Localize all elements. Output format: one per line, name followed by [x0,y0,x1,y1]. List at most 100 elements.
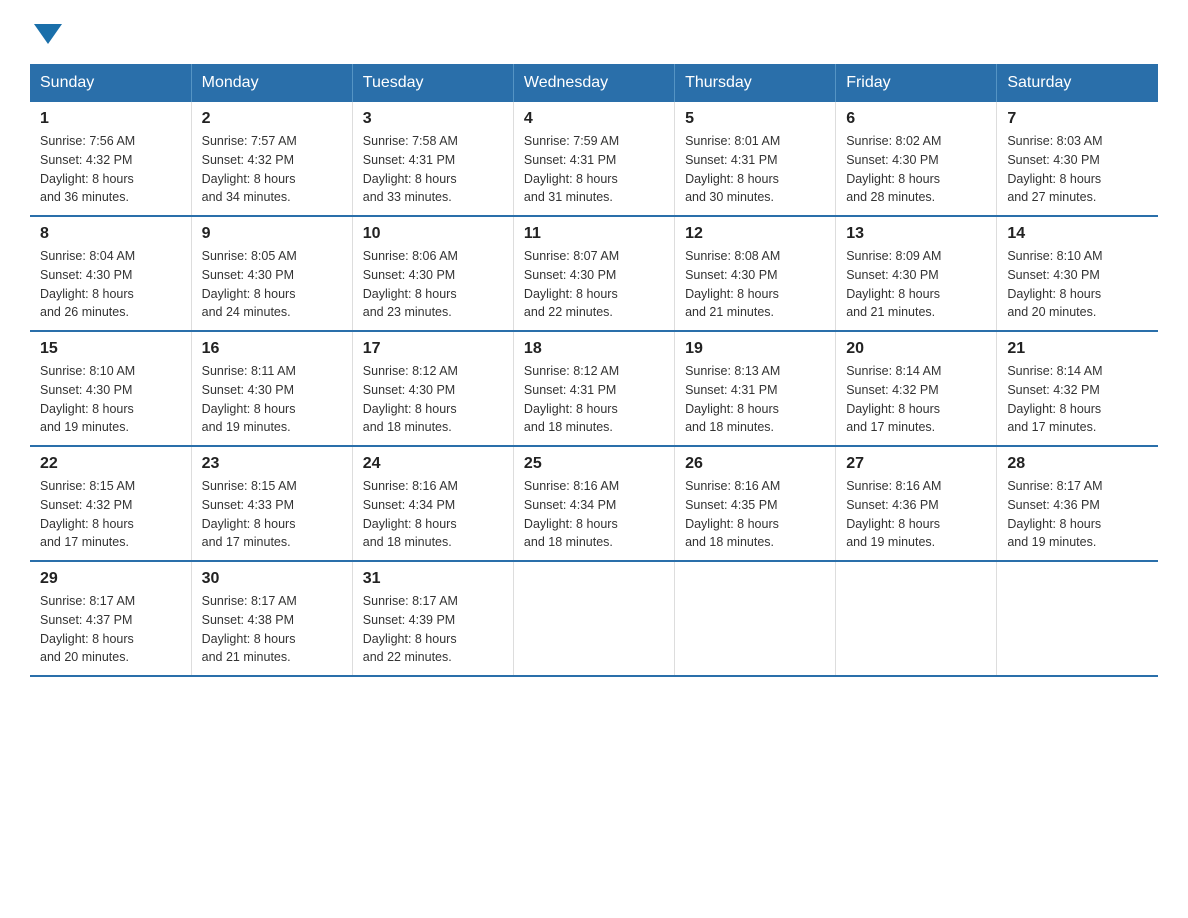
calendar-cell: 15 Sunrise: 8:10 AMSunset: 4:30 PMDaylig… [30,331,191,446]
logo-triangle-icon [34,24,62,44]
day-info: Sunrise: 8:05 AMSunset: 4:30 PMDaylight:… [202,247,342,322]
day-info: Sunrise: 8:01 AMSunset: 4:31 PMDaylight:… [685,132,825,207]
day-number: 19 [685,340,825,358]
day-info: Sunrise: 8:16 AMSunset: 4:34 PMDaylight:… [524,477,664,552]
day-info: Sunrise: 8:12 AMSunset: 4:31 PMDaylight:… [524,362,664,437]
day-header-saturday: Saturday [997,64,1158,102]
calendar-header-row: SundayMondayTuesdayWednesdayThursdayFrid… [30,64,1158,102]
day-info: Sunrise: 8:09 AMSunset: 4:30 PMDaylight:… [846,247,986,322]
day-number: 3 [363,110,503,128]
calendar-week-row: 29 Sunrise: 8:17 AMSunset: 4:37 PMDaylig… [30,561,1158,676]
day-info: Sunrise: 8:17 AMSunset: 4:37 PMDaylight:… [40,592,181,667]
day-header-wednesday: Wednesday [513,64,674,102]
day-number: 29 [40,570,181,588]
day-info: Sunrise: 8:06 AMSunset: 4:30 PMDaylight:… [363,247,503,322]
day-info: Sunrise: 8:08 AMSunset: 4:30 PMDaylight:… [685,247,825,322]
calendar-cell: 20 Sunrise: 8:14 AMSunset: 4:32 PMDaylig… [836,331,997,446]
calendar-cell: 16 Sunrise: 8:11 AMSunset: 4:30 PMDaylig… [191,331,352,446]
calendar-week-row: 8 Sunrise: 8:04 AMSunset: 4:30 PMDayligh… [30,216,1158,331]
day-number: 22 [40,455,181,473]
calendar-cell: 18 Sunrise: 8:12 AMSunset: 4:31 PMDaylig… [513,331,674,446]
calendar-cell [675,561,836,676]
calendar-cell: 31 Sunrise: 8:17 AMSunset: 4:39 PMDaylig… [352,561,513,676]
calendar-cell: 22 Sunrise: 8:15 AMSunset: 4:32 PMDaylig… [30,446,191,561]
day-header-monday: Monday [191,64,352,102]
day-info: Sunrise: 8:04 AMSunset: 4:30 PMDaylight:… [40,247,181,322]
calendar-cell: 6 Sunrise: 8:02 AMSunset: 4:30 PMDayligh… [836,102,997,216]
page-header [30,20,1158,44]
calendar-cell: 13 Sunrise: 8:09 AMSunset: 4:30 PMDaylig… [836,216,997,331]
day-number: 9 [202,225,342,243]
day-number: 18 [524,340,664,358]
calendar-cell: 14 Sunrise: 8:10 AMSunset: 4:30 PMDaylig… [997,216,1158,331]
calendar-cell: 17 Sunrise: 8:12 AMSunset: 4:30 PMDaylig… [352,331,513,446]
calendar-cell: 12 Sunrise: 8:08 AMSunset: 4:30 PMDaylig… [675,216,836,331]
day-info: Sunrise: 7:57 AMSunset: 4:32 PMDaylight:… [202,132,342,207]
day-number: 13 [846,225,986,243]
day-header-tuesday: Tuesday [352,64,513,102]
day-header-thursday: Thursday [675,64,836,102]
day-info: Sunrise: 8:17 AMSunset: 4:39 PMDaylight:… [363,592,503,667]
day-number: 5 [685,110,825,128]
day-number: 10 [363,225,503,243]
day-number: 11 [524,225,664,243]
day-number: 21 [1007,340,1148,358]
day-info: Sunrise: 8:13 AMSunset: 4:31 PMDaylight:… [685,362,825,437]
day-number: 2 [202,110,342,128]
day-number: 20 [846,340,986,358]
day-info: Sunrise: 8:12 AMSunset: 4:30 PMDaylight:… [363,362,503,437]
day-number: 8 [40,225,181,243]
day-info: Sunrise: 8:10 AMSunset: 4:30 PMDaylight:… [1007,247,1148,322]
calendar-cell [997,561,1158,676]
day-number: 25 [524,455,664,473]
day-number: 28 [1007,455,1148,473]
calendar-week-row: 22 Sunrise: 8:15 AMSunset: 4:32 PMDaylig… [30,446,1158,561]
day-info: Sunrise: 8:16 AMSunset: 4:36 PMDaylight:… [846,477,986,552]
logo [30,20,62,44]
day-info: Sunrise: 8:16 AMSunset: 4:34 PMDaylight:… [363,477,503,552]
calendar-cell: 21 Sunrise: 8:14 AMSunset: 4:32 PMDaylig… [997,331,1158,446]
calendar-cell: 30 Sunrise: 8:17 AMSunset: 4:38 PMDaylig… [191,561,352,676]
day-info: Sunrise: 8:15 AMSunset: 4:33 PMDaylight:… [202,477,342,552]
calendar-cell: 4 Sunrise: 7:59 AMSunset: 4:31 PMDayligh… [513,102,674,216]
calendar-cell: 8 Sunrise: 8:04 AMSunset: 4:30 PMDayligh… [30,216,191,331]
day-info: Sunrise: 8:02 AMSunset: 4:30 PMDaylight:… [846,132,986,207]
calendar-cell [513,561,674,676]
day-info: Sunrise: 8:17 AMSunset: 4:36 PMDaylight:… [1007,477,1148,552]
day-number: 12 [685,225,825,243]
calendar-cell: 24 Sunrise: 8:16 AMSunset: 4:34 PMDaylig… [352,446,513,561]
day-number: 14 [1007,225,1148,243]
calendar-cell [836,561,997,676]
calendar-cell: 9 Sunrise: 8:05 AMSunset: 4:30 PMDayligh… [191,216,352,331]
calendar-cell: 1 Sunrise: 7:56 AMSunset: 4:32 PMDayligh… [30,102,191,216]
day-info: Sunrise: 7:59 AMSunset: 4:31 PMDaylight:… [524,132,664,207]
calendar-cell: 26 Sunrise: 8:16 AMSunset: 4:35 PMDaylig… [675,446,836,561]
day-header-sunday: Sunday [30,64,191,102]
day-number: 16 [202,340,342,358]
day-number: 4 [524,110,664,128]
day-info: Sunrise: 7:56 AMSunset: 4:32 PMDaylight:… [40,132,181,207]
day-number: 17 [363,340,503,358]
day-info: Sunrise: 8:16 AMSunset: 4:35 PMDaylight:… [685,477,825,552]
day-number: 6 [846,110,986,128]
day-info: Sunrise: 7:58 AMSunset: 4:31 PMDaylight:… [363,132,503,207]
day-number: 26 [685,455,825,473]
day-info: Sunrise: 8:07 AMSunset: 4:30 PMDaylight:… [524,247,664,322]
calendar-cell: 7 Sunrise: 8:03 AMSunset: 4:30 PMDayligh… [997,102,1158,216]
calendar-week-row: 1 Sunrise: 7:56 AMSunset: 4:32 PMDayligh… [30,102,1158,216]
calendar-cell: 10 Sunrise: 8:06 AMSunset: 4:30 PMDaylig… [352,216,513,331]
day-info: Sunrise: 8:17 AMSunset: 4:38 PMDaylight:… [202,592,342,667]
calendar-cell: 19 Sunrise: 8:13 AMSunset: 4:31 PMDaylig… [675,331,836,446]
day-number: 23 [202,455,342,473]
day-header-friday: Friday [836,64,997,102]
day-number: 30 [202,570,342,588]
day-number: 24 [363,455,503,473]
calendar-cell: 28 Sunrise: 8:17 AMSunset: 4:36 PMDaylig… [997,446,1158,561]
day-info: Sunrise: 8:11 AMSunset: 4:30 PMDaylight:… [202,362,342,437]
calendar-cell: 27 Sunrise: 8:16 AMSunset: 4:36 PMDaylig… [836,446,997,561]
calendar-cell: 11 Sunrise: 8:07 AMSunset: 4:30 PMDaylig… [513,216,674,331]
day-info: Sunrise: 8:14 AMSunset: 4:32 PMDaylight:… [846,362,986,437]
calendar-cell: 29 Sunrise: 8:17 AMSunset: 4:37 PMDaylig… [30,561,191,676]
calendar-cell: 3 Sunrise: 7:58 AMSunset: 4:31 PMDayligh… [352,102,513,216]
day-number: 27 [846,455,986,473]
